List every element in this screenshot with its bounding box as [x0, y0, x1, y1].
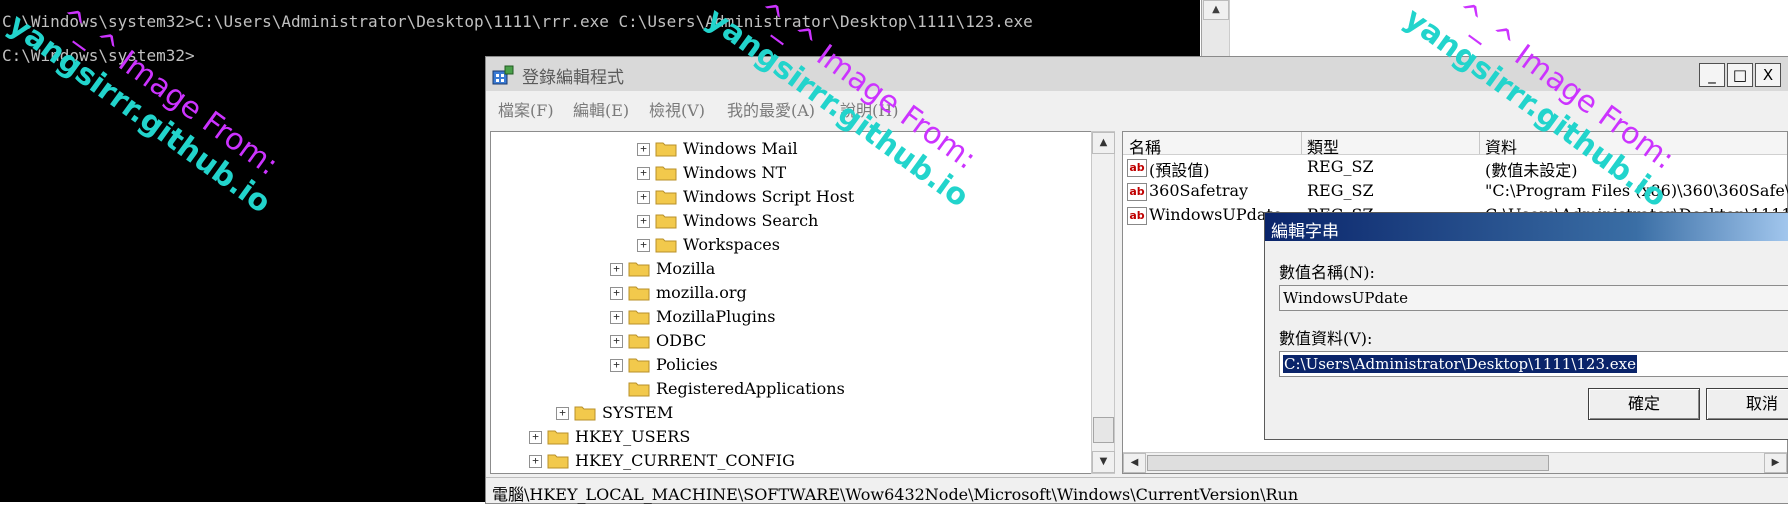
folder-icon — [628, 310, 650, 325]
scroll-up-arrow-icon[interactable]: ▲ — [1092, 132, 1115, 154]
folder-icon — [628, 262, 650, 277]
menu-file[interactable]: 檔案(F) — [498, 97, 554, 121]
expand-icon[interactable]: + — [637, 239, 650, 252]
folder-icon — [574, 406, 596, 421]
value-data-text[interactable]: C:\Users\Administrator\Desktop\1111\123.… — [1283, 355, 1638, 373]
folder-icon — [655, 142, 677, 157]
folder-icon — [547, 430, 569, 445]
folder-icon — [628, 286, 650, 301]
column-header-type[interactable]: 類型 — [1307, 134, 1339, 158]
tree-item-label: Windows Script Host — [683, 187, 855, 206]
folder-icon — [655, 214, 677, 229]
column-divider[interactable] — [1301, 132, 1302, 154]
column-header-data[interactable]: 資料 — [1485, 134, 1517, 158]
list-horizontal-scrollbar[interactable]: ◀ ▶ — [1123, 452, 1787, 473]
folder-icon — [547, 454, 569, 469]
folder-icon — [655, 238, 677, 253]
edit-string-dialog: 編輯字串 數值名稱(N): WindowsUPdate 數值資料(V): C:\… — [1264, 212, 1788, 440]
string-value-icon: ab — [1127, 207, 1147, 225]
scroll-right-arrow-icon[interactable]: ▶ — [1764, 453, 1787, 473]
ok-button[interactable]: 確定 — [1588, 388, 1700, 420]
expand-icon[interactable]: + — [610, 287, 623, 300]
minimize-button[interactable]: _ — [1699, 63, 1725, 87]
menu-bar: 檔案(F) 編輯(E) 檢視(V) 我的最愛(A) 說明(H) — [486, 91, 1788, 121]
expand-icon[interactable]: + — [529, 455, 542, 468]
folder-icon — [655, 190, 677, 205]
console-line-prompt: C:\Windows\system32> — [2, 46, 195, 65]
tree-scrollbar[interactable]: ▲ ▼ — [1091, 131, 1115, 474]
list-header: 名稱 類型 資料 — [1123, 132, 1787, 158]
expand-icon[interactable]: + — [610, 263, 623, 276]
tree-item-label: Windows Search — [683, 211, 819, 230]
string-value-icon: ab — [1127, 183, 1147, 201]
expand-icon[interactable]: + — [637, 143, 650, 156]
folder-icon — [628, 382, 650, 397]
folder-icon — [628, 334, 650, 349]
tree-item-label: Policies — [656, 355, 718, 374]
tree-item-label: Windows NT — [683, 163, 787, 182]
tree-item-label: RegisteredApplications — [656, 379, 845, 398]
menu-help[interactable]: 說明(H) — [840, 97, 898, 121]
tree-item-label: HKEY_CURRENT_CONFIG — [575, 451, 795, 470]
tree-item-label: Windows Mail — [683, 139, 798, 158]
scroll-left-arrow-icon[interactable]: ◀ — [1123, 453, 1146, 473]
tree-item-label: Mozilla — [656, 259, 716, 278]
value-name: 360Safetray — [1149, 181, 1249, 200]
expand-icon[interactable]: + — [637, 191, 650, 204]
value-name-field: WindowsUPdate — [1279, 285, 1788, 311]
tree-item-label: SYSTEM — [602, 403, 674, 422]
value-name: (預設值) — [1149, 161, 1210, 180]
value-data-label: 數值資料(V): — [1279, 329, 1373, 348]
scroll-thumb[interactable] — [1147, 455, 1549, 471]
tree-item-label: MozillaPlugins — [656, 307, 776, 326]
expand-icon[interactable]: + — [556, 407, 569, 420]
dialog-title: 編輯字串 — [1271, 222, 1339, 242]
value-data-input[interactable]: C:\Users\Administrator\Desktop\1111\123.… — [1279, 351, 1788, 377]
scroll-thumb[interactable] — [1093, 417, 1114, 443]
tree-item-label: HKEY_USERS — [575, 427, 691, 446]
expand-icon[interactable]: + — [610, 311, 623, 324]
expand-icon[interactable]: + — [637, 215, 650, 228]
console-line-command: C:\Windows\system32>C:\Users\Administrat… — [2, 12, 1033, 31]
value-name-text: WindowsUPdate — [1283, 289, 1408, 307]
cancel-button[interactable]: 取消 — [1706, 388, 1788, 420]
expand-icon[interactable]: + — [637, 167, 650, 180]
menu-edit[interactable]: 編輯(E) — [573, 97, 629, 121]
status-bar: 電腦\HKEY_LOCAL_MACHINE\SOFTWARE\Wow6432No… — [486, 477, 1788, 504]
column-header-name[interactable]: 名稱 — [1129, 134, 1161, 158]
console-scrollbar[interactable]: ▲ — [1201, 0, 1229, 60]
close-button[interactable]: X — [1755, 63, 1781, 87]
value-data: (數值未設定) — [1485, 161, 1578, 180]
scroll-down-arrow-icon[interactable]: ▼ — [1092, 451, 1115, 473]
folder-icon — [628, 358, 650, 373]
registry-tree[interactable]: + Windows Mail + Windows NT + Windows Sc… — [490, 131, 1092, 474]
menu-favorites[interactable]: 我的最愛(A) — [727, 97, 815, 121]
value-type: REG_SZ — [1307, 181, 1374, 200]
window-title: 登錄編輯程式 — [522, 68, 624, 88]
tree-item-label: mozilla.org — [656, 283, 747, 302]
tree-item-label: ODBC — [656, 331, 707, 350]
expand-icon[interactable]: + — [610, 335, 623, 348]
folder-icon — [655, 166, 677, 181]
registry-app-icon — [492, 65, 514, 85]
value-data: "C:\Program Files (x86)\360\360Safe\sa — [1485, 181, 1788, 200]
column-divider[interactable] — [1479, 132, 1480, 154]
maximize-button[interactable]: □ — [1727, 63, 1753, 87]
expand-icon[interactable]: + — [529, 431, 542, 444]
value-name-label: 數值名稱(N): — [1279, 263, 1375, 282]
tree-item-label: Workspaces — [683, 235, 780, 254]
dialog-title-bar[interactable]: 編輯字串 — [1265, 213, 1788, 242]
value-type: REG_SZ — [1307, 157, 1374, 176]
title-bar[interactable]: 登錄編輯程式 _ □ X — [486, 57, 1788, 91]
expand-icon[interactable]: + — [610, 359, 623, 372]
status-path: 電腦\HKEY_LOCAL_MACHINE\SOFTWARE\Wow6432No… — [492, 485, 1299, 504]
scroll-up-arrow-icon[interactable]: ▲ — [1203, 0, 1229, 20]
menu-view[interactable]: 檢視(V) — [649, 97, 705, 121]
value-name: WindowsUPdate — [1149, 205, 1283, 224]
background-area — [1229, 0, 1788, 60]
string-value-icon: ab — [1127, 159, 1147, 177]
